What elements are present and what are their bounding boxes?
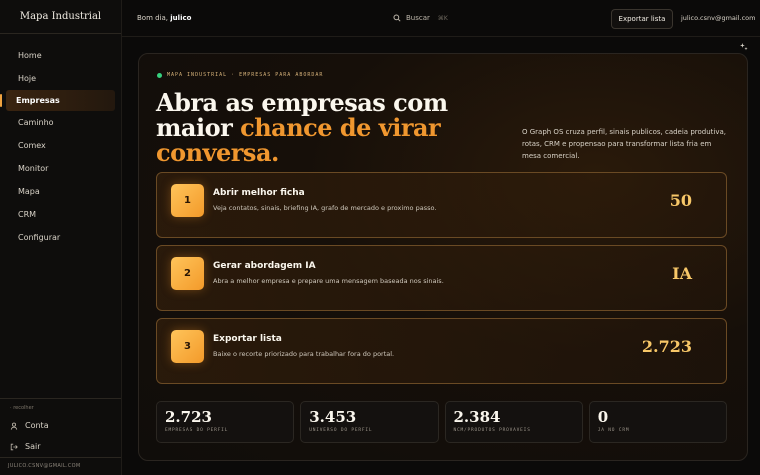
greeting-prefix: Bom dia, bbox=[137, 14, 169, 22]
user-email[interactable]: julico.csnv@gmail.com bbox=[681, 14, 755, 22]
stat-value: 0 bbox=[597, 408, 609, 426]
card-description: Veja contatos, sinais, briefing IA, graf… bbox=[213, 204, 437, 212]
page-title: Abra as empresas com maior chance de vir… bbox=[156, 90, 476, 165]
collapse-button[interactable]: · recolher bbox=[0, 399, 121, 415]
brand-logo[interactable]: Mapa Industrial bbox=[0, 0, 121, 34]
sidebar-nav: Home Hoje Empresas Caminho Comex Monitor… bbox=[0, 44, 121, 249]
eyebrow-label: MAPA INDUSTRIAL · EMPRESAS PARA ABORDAR bbox=[167, 72, 324, 78]
user-icon bbox=[10, 422, 18, 430]
card-description: Abra a melhor empresa e prepare uma mens… bbox=[213, 277, 444, 285]
sidebar-item-home[interactable]: Home bbox=[0, 44, 121, 67]
stat-label: NCM/PRODUTOS PROVAVEIS bbox=[453, 428, 531, 433]
status-dot-icon bbox=[157, 72, 162, 78]
step-number: 3 bbox=[171, 330, 204, 363]
footer-email: JULICO.CSNV@GMAIL.COM bbox=[0, 457, 121, 475]
collapse-dot-icon: · bbox=[10, 405, 12, 411]
intro-text: O Graph OS cruza perfil, sinais publicos… bbox=[522, 128, 726, 160]
export-list-button[interactable]: Exportar lista bbox=[611, 9, 673, 29]
sparkle-icon[interactable] bbox=[740, 43, 748, 51]
collapse-label: recolher bbox=[13, 405, 34, 411]
account-label: Conta bbox=[25, 421, 49, 430]
action-card-export-list[interactable]: 3 Exportar lista Baixe o recorte prioriz… bbox=[156, 318, 727, 384]
logout-button[interactable]: Sair bbox=[0, 436, 121, 457]
action-card-generate-ai[interactable]: 2 Gerar abordagem IA Abra a melhor empre… bbox=[156, 245, 727, 311]
stat-label: JA NO CRM bbox=[597, 428, 630, 433]
stat-value: 2.384 bbox=[453, 408, 501, 426]
stat-card: 0 JA NO CRM bbox=[588, 401, 727, 443]
stat-card: 2.384 NCM/PRODUTOS PROVAVEIS bbox=[444, 401, 583, 443]
card-metric: 50 bbox=[669, 191, 692, 210]
sidebar-item-crm[interactable]: CRM bbox=[0, 203, 121, 226]
stat-card: 2.723 EMPRESAS DO PERFIL bbox=[156, 401, 295, 443]
card-title: Abrir melhor ficha bbox=[213, 188, 305, 198]
search-shortcut: ⌘K bbox=[437, 14, 448, 22]
card-description: Baixe o recorte priorizado para trabalha… bbox=[213, 350, 395, 358]
step-number: 2 bbox=[171, 257, 204, 290]
search-icon bbox=[393, 14, 401, 22]
sidebar-item-caminho[interactable]: Caminho bbox=[0, 111, 121, 134]
search-box[interactable]: Buscar ⌘K bbox=[387, 9, 507, 27]
stat-label: EMPRESAS DO PERFIL bbox=[165, 428, 229, 433]
stat-card: 3.453 UNIVERSO DO PERFIL bbox=[300, 401, 439, 443]
stat-label: UNIVERSO DO PERFIL bbox=[309, 428, 373, 433]
account-button[interactable]: Conta bbox=[0, 415, 121, 436]
stat-value: 2.723 bbox=[165, 408, 212, 426]
main-panel: MAPA INDUSTRIAL · EMPRESAS PARA ABORDAR … bbox=[138, 53, 748, 461]
greeting: Bom dia, julico bbox=[137, 14, 191, 22]
sidebar-item-hoje[interactable]: Hoje bbox=[0, 67, 121, 90]
card-title: Exportar lista bbox=[213, 334, 282, 344]
step-number: 1 bbox=[171, 184, 204, 217]
card-title: Gerar abordagem IA bbox=[213, 261, 316, 271]
greeting-user: julico bbox=[170, 14, 192, 22]
stat-value: 3.453 bbox=[309, 408, 357, 426]
sidebar-item-configurar[interactable]: Configurar bbox=[0, 226, 121, 249]
logout-label: Sair bbox=[25, 442, 41, 451]
search-label: Buscar bbox=[406, 14, 430, 22]
sidebar-item-mapa[interactable]: Mapa bbox=[0, 180, 121, 203]
sidebar: Mapa Industrial Home Hoje Empresas Camin… bbox=[0, 0, 122, 475]
sidebar-item-empresas[interactable]: Empresas bbox=[0, 90, 115, 111]
eyebrow: MAPA INDUSTRIAL · EMPRESAS PARA ABORDAR bbox=[157, 72, 323, 78]
card-metric: 2.723 bbox=[641, 337, 692, 356]
sidebar-item-comex[interactable]: Comex bbox=[0, 134, 121, 157]
logout-icon bbox=[10, 443, 18, 450]
sidebar-footer: · recolher Conta Sair JULICO.CSNV@GMAIL.… bbox=[0, 398, 121, 475]
sidebar-item-monitor[interactable]: Monitor bbox=[0, 157, 121, 180]
stats-row: 2.723 EMPRESAS DO PERFIL 3.453 UNIVERSO … bbox=[156, 401, 727, 443]
action-card-open-profile[interactable]: 1 Abrir melhor ficha Veja contatos, sina… bbox=[156, 172, 727, 238]
card-metric: IA bbox=[672, 264, 692, 283]
topbar: Bom dia, julico Buscar ⌘K Exportar lista… bbox=[122, 0, 760, 37]
